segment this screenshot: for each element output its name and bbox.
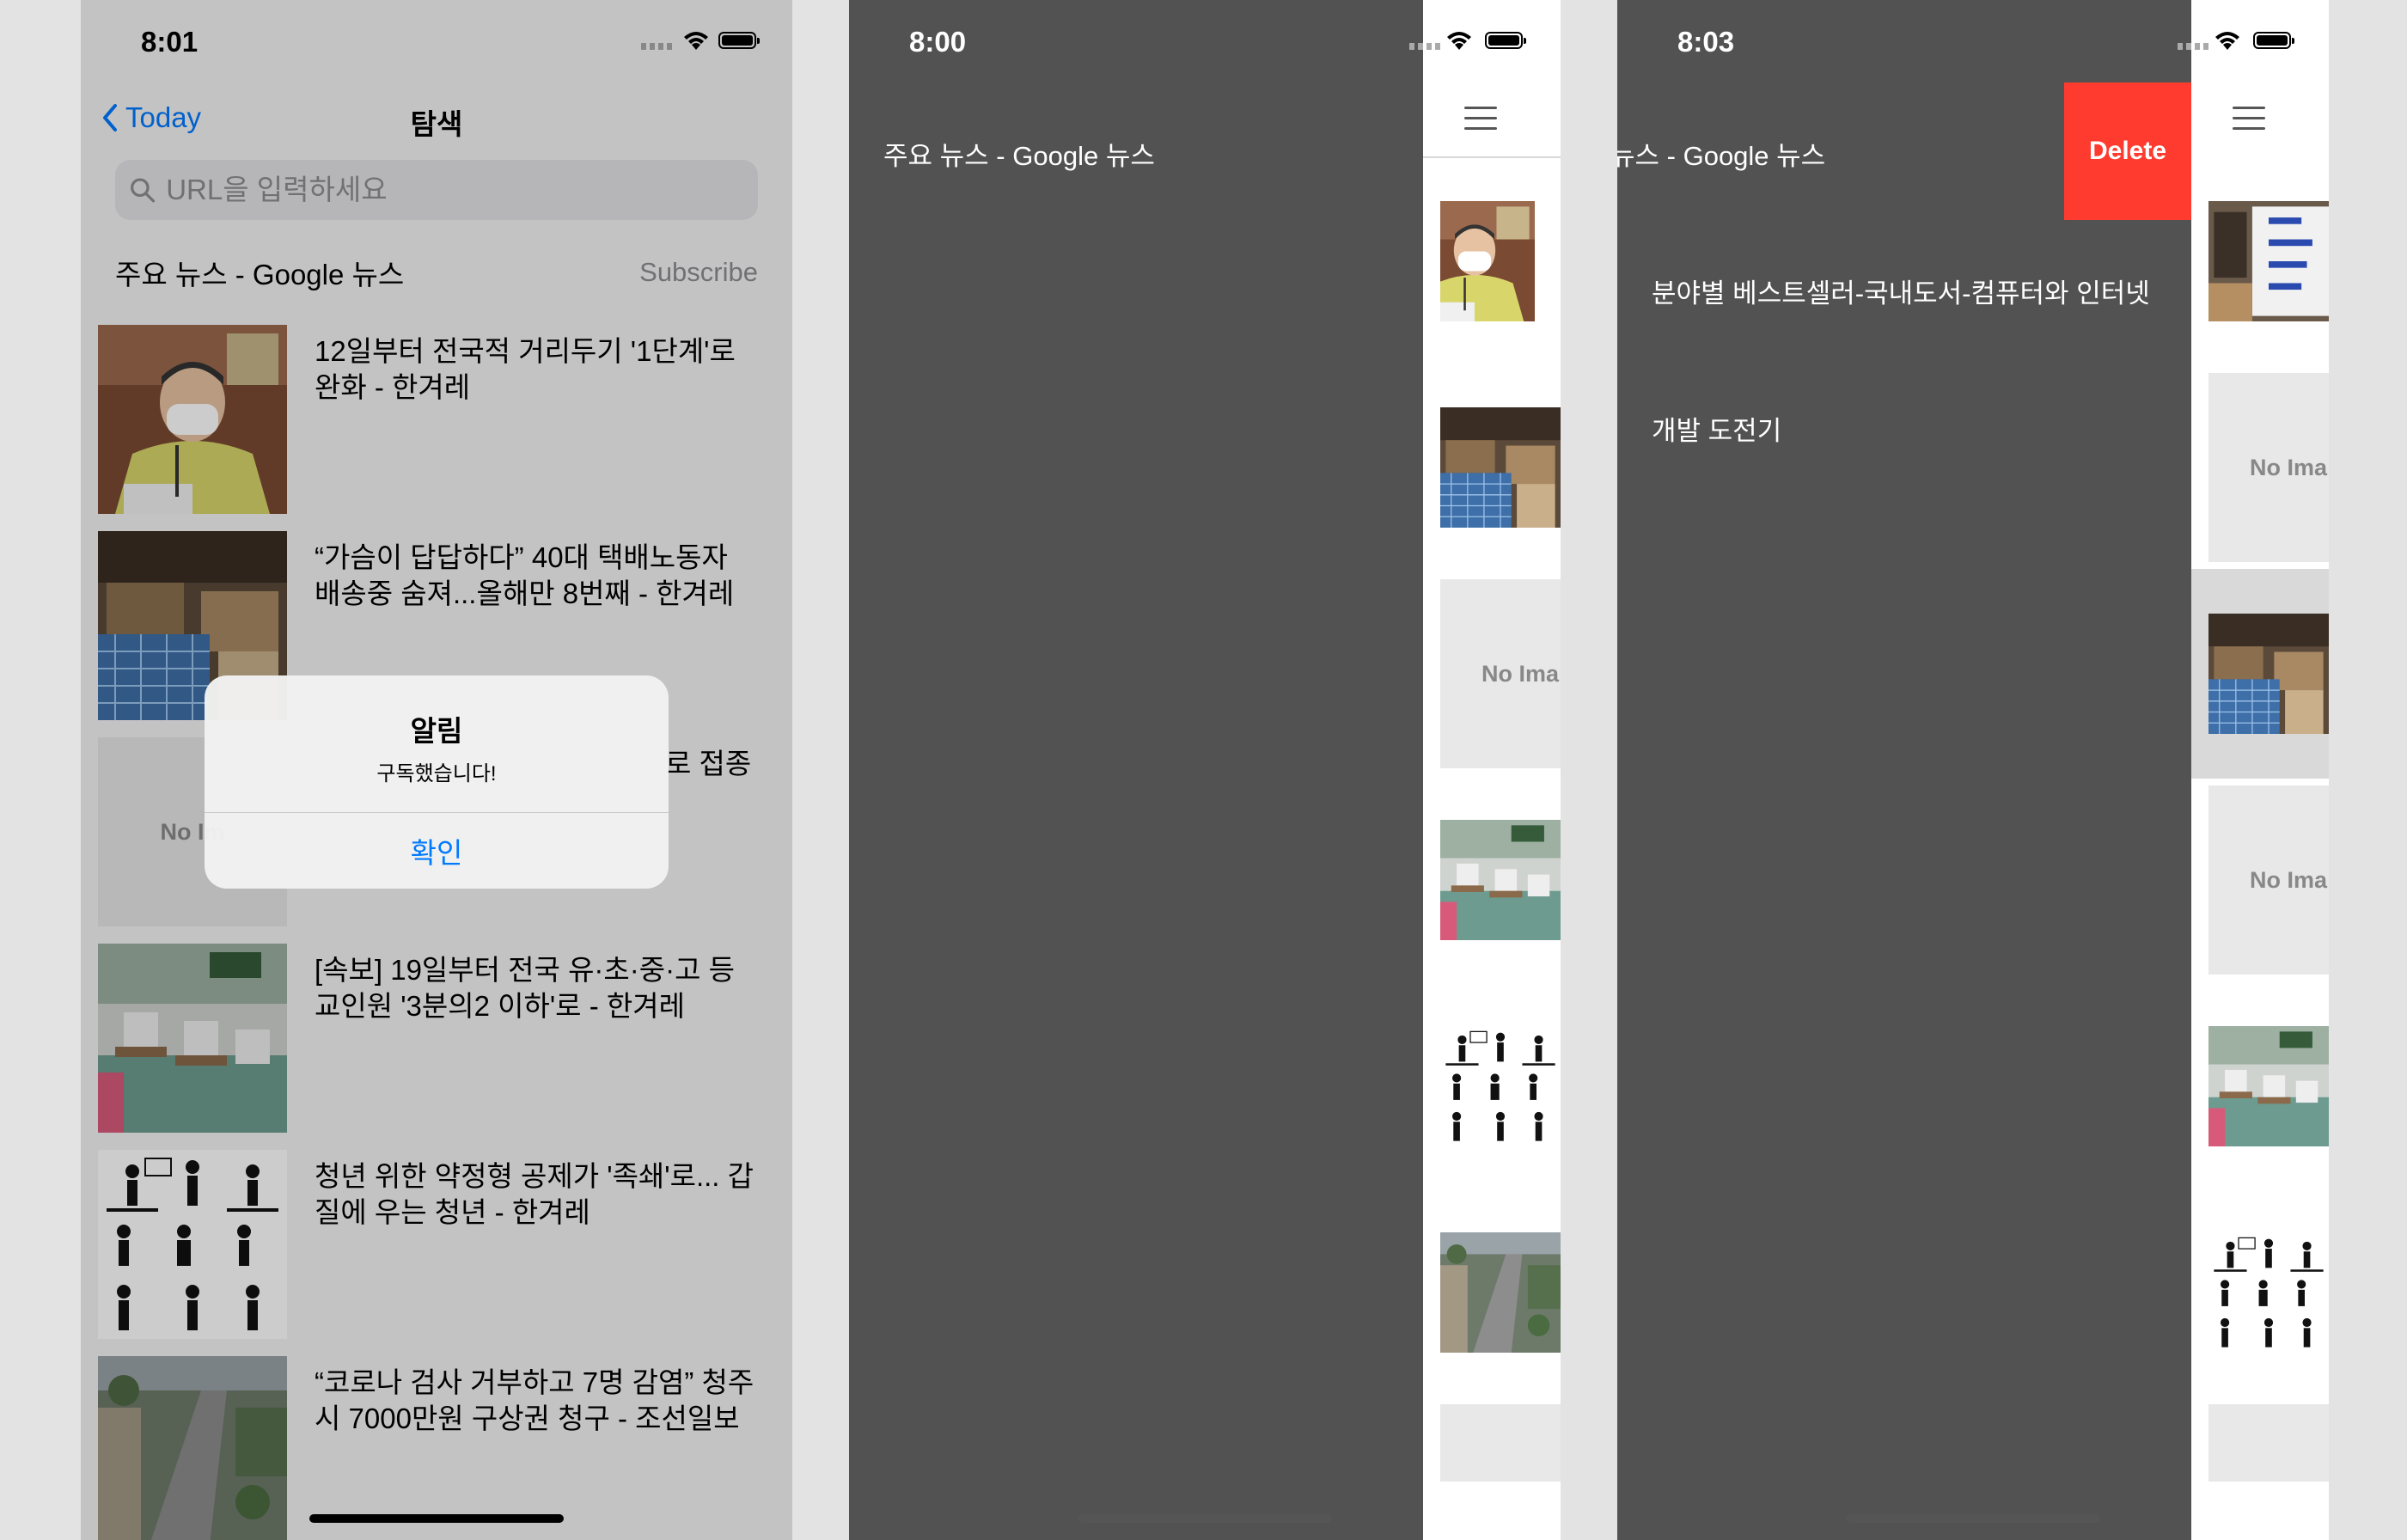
news-thumbnail [2208,579,2329,768]
news-thumbnail [1440,785,1561,975]
news-thumbnail [1440,1404,1561,1482]
delete-button[interactable]: Delete [2064,82,2191,220]
main-content-peek: No Ima No Ima [2178,0,2329,1540]
signal-icon [1409,43,1444,50]
menu-item-google-news[interactable]: 주요 뉴스 - Google 뉴스 [883,134,1155,173]
main-content-peek: No Ima [1409,0,1561,1540]
side-drawer: 8:03 뉴스 - Google 뉴스 Delete 분야별 베스트셀러-국내도… [1617,0,2191,1540]
hamburger-menu-icon[interactable] [1464,107,1497,131]
news-thumbnail [1440,373,1561,562]
side-drawer: 8:00 주요 뉴스 - Google 뉴스 [849,0,1423,1540]
battery-icon [1485,32,1526,49]
home-indicator [1846,1514,2100,1523]
news-thumbnail [2208,1198,2329,1387]
news-thumbnail [2208,167,2329,356]
divider [1423,156,1561,158]
news-thumbnail [1440,1198,1561,1387]
screen-side-menu: 8:00 주요 뉴스 - Google 뉴스 No Ima [849,0,1561,1540]
news-thumbnail [2208,992,2329,1181]
status-time: 8:00 [909,26,967,58]
news-thumbnail [1440,992,1561,1181]
menu-item-dev-challenge[interactable]: 개발 도전기 [1652,409,1781,448]
alert-dialog: 알림 구독했습니다! 확인 [205,675,669,889]
screen-side-menu-delete: 8:03 뉴스 - Google 뉴스 Delete 분야별 베스트셀러-국내도… [1617,0,2329,1540]
no-image-placeholder: No Ima [2208,785,2329,975]
alert-title: 알림 [410,715,463,747]
home-indicator [1078,1514,1332,1523]
hamburger-menu-icon[interactable] [2233,107,2265,131]
home-indicator [309,1514,564,1523]
no-image-placeholder: No Ima [2208,373,2329,562]
alert-message: 구독했습니다! [376,762,497,785]
screen-explore: 8:01 Today 탐색 주요 뉴스 - Google 뉴스 Subscrib… [81,0,792,1540]
alert-confirm-button[interactable]: 확인 [205,812,669,889]
wifi-icon [2215,32,2239,50]
news-thumbnail [1440,167,1561,356]
news-thumbnail [2208,1404,2329,1482]
battery-icon [2253,32,2294,49]
wifi-icon [1447,32,1471,50]
no-image-placeholder: No Ima [1440,579,1561,768]
status-time: 8:03 [1677,26,1735,58]
menu-item-google-news[interactable]: 뉴스 - Google 뉴스 [1617,134,1825,173]
menu-item-bestseller[interactable]: 분야별 베스트셀러-국내도서-컴퓨터와 인터넷 [1652,272,2150,310]
signal-icon [2178,43,2212,50]
